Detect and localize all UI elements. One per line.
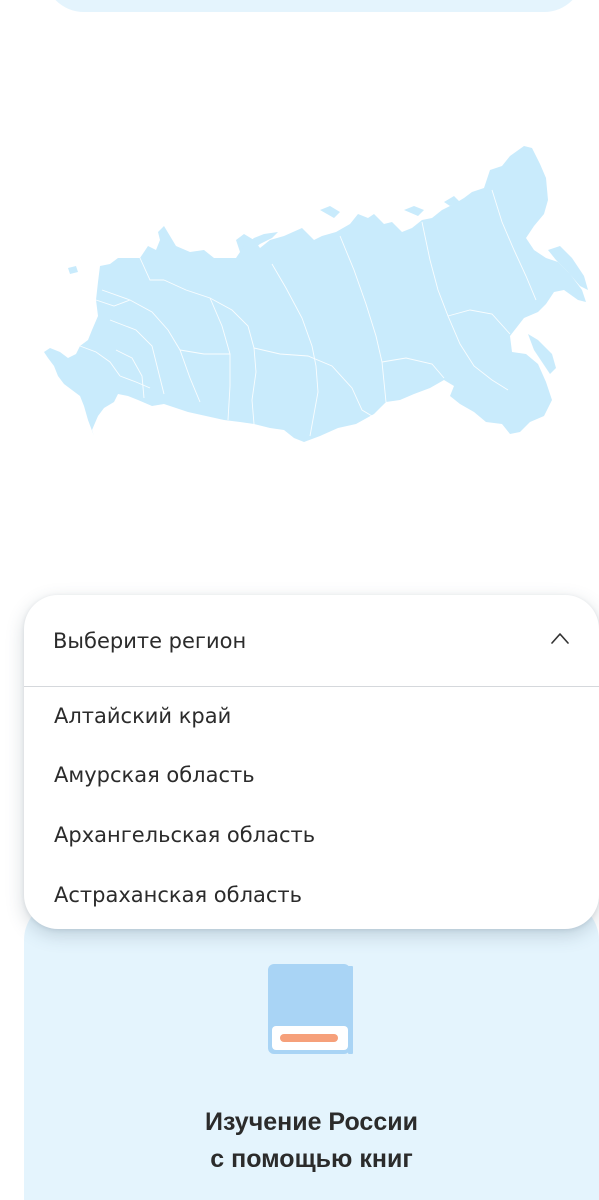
- books-card-title: Изучение России с помощью книг: [24, 1104, 599, 1178]
- region-option-astrakhan-oblast[interactable]: Астраханская область: [24, 865, 599, 925]
- page: Выберите регион Алтайский край Амурская …: [0, 0, 599, 1200]
- region-option-amur-oblast[interactable]: Амурская область: [24, 745, 599, 805]
- chevron-up-icon[interactable]: [550, 631, 570, 645]
- russia-map-svg[interactable]: [40, 140, 590, 450]
- books-card[interactable]: Изучение России с помощью книг: [24, 900, 599, 1200]
- books-card-title-line1: Изучение России: [205, 1108, 418, 1136]
- region-select-header[interactable]: Выберите регион: [24, 595, 599, 687]
- region-select-placeholder: Выберите регион: [53, 628, 247, 653]
- russia-map-shape[interactable]: [44, 146, 586, 442]
- region-option-altai-krai[interactable]: Алтайский край: [24, 687, 599, 745]
- region-dropdown[interactable]: Выберите регион Алтайский край Амурская …: [24, 595, 599, 929]
- russia-map[interactable]: [40, 140, 590, 450]
- previous-card-bottom: [44, 0, 584, 12]
- kaliningrad-shape: [68, 266, 78, 274]
- region-options-list: Алтайский край Амурская область Архангел…: [24, 687, 599, 925]
- region-option-arkhangelsk-oblast[interactable]: Архангельская область: [24, 805, 599, 865]
- books-card-title-line2: с помощью книг: [210, 1145, 413, 1173]
- book-icon: [268, 964, 353, 1054]
